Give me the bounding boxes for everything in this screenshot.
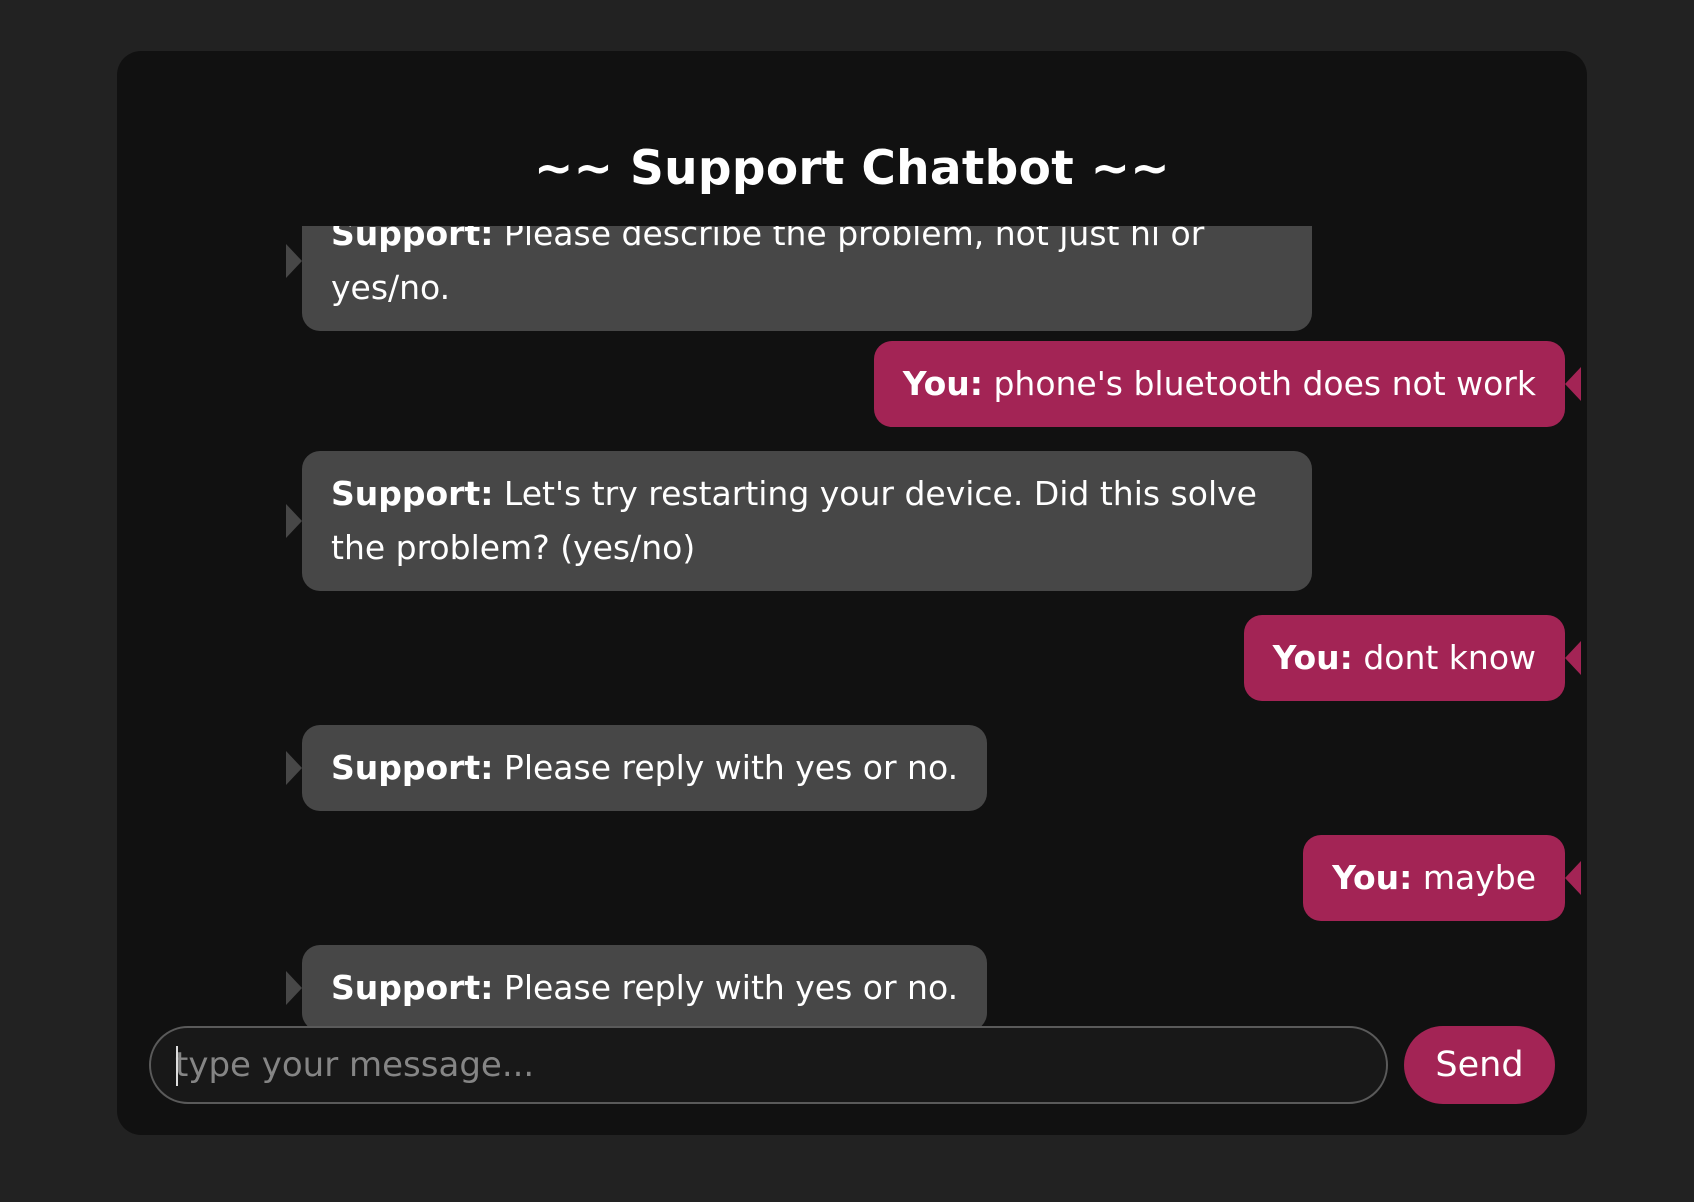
support-message: Support: Please reply with yes or no. bbox=[285, 945, 988, 1031]
message-sender: Support: bbox=[331, 226, 494, 253]
message-list[interactable]: Support: Please describe the problem, no… bbox=[267, 226, 1657, 1048]
message-sender: You: bbox=[1332, 858, 1413, 897]
message-text: maybe bbox=[1422, 858, 1536, 897]
chat-window: ~~ Support Chatbot ~~ Support: Please de… bbox=[117, 51, 1587, 1135]
text-cursor bbox=[176, 1046, 178, 1086]
support-message: Support: Let's try restarting your devic… bbox=[286, 451, 1312, 591]
message-input[interactable] bbox=[175, 1028, 1362, 1102]
message-text: phone's bluetooth does not work bbox=[993, 364, 1536, 403]
message-composer bbox=[149, 1026, 1388, 1104]
user-message: You: phone's bluetooth does not work bbox=[873, 341, 1582, 427]
message-text: dont know bbox=[1363, 638, 1536, 677]
user-message: You: dont know bbox=[1243, 615, 1582, 701]
message-sender: You: bbox=[902, 364, 983, 403]
message-sender: Support: bbox=[331, 474, 494, 513]
support-message: Support: Please describe the problem, no… bbox=[286, 226, 1312, 331]
message-sender: Support: bbox=[331, 748, 494, 787]
message-sender: You: bbox=[1272, 638, 1353, 677]
message-sender: Support: bbox=[331, 968, 494, 1007]
message-text: Please reply with yes or no. bbox=[503, 968, 959, 1007]
support-message: Support: Please reply with yes or no. bbox=[285, 725, 988, 811]
message-text: Please reply with yes or no. bbox=[503, 748, 959, 787]
send-button[interactable]: Send bbox=[1404, 1026, 1555, 1104]
user-message: You: maybe bbox=[1303, 835, 1581, 921]
chat-title: ~~ Support Chatbot ~~ bbox=[534, 141, 1170, 196]
